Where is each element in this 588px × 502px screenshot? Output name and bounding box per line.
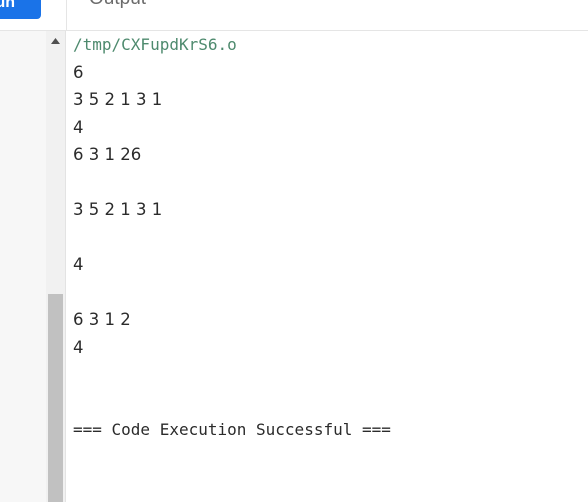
output-line: 6	[73, 62, 84, 82]
output-line: 6 3 1 2	[73, 310, 131, 329]
output-console: /tmp/CXFupdKrS6.o 6 3 5 2 1 3 1 4 6 3 1 …	[73, 31, 583, 444]
scroll-up-arrow[interactable]	[46, 35, 65, 49]
vertical-scrollbar[interactable]	[46, 31, 66, 502]
output-line: 4	[73, 337, 84, 357]
output-line: 4	[73, 117, 84, 137]
editor-output-view: un Output /tmp/CXFupdKrS6.o 6 3 5 2 1 3 …	[0, 0, 588, 502]
header-divider	[66, 0, 67, 30]
output-line: 3 5 2 1 3 1	[73, 200, 163, 219]
scrollbar-thumb[interactable]	[48, 294, 63, 502]
output-line: 3 5 2 1 3 1	[73, 90, 163, 109]
run-button[interactable]: un	[0, 0, 41, 19]
output-line: 4	[73, 255, 84, 274]
left-gutter	[0, 31, 46, 502]
execution-success-message: === Code Execution Successful ===	[73, 420, 391, 439]
triangle-up-icon	[51, 38, 60, 44]
output-line: 6 3 1 26	[73, 145, 142, 164]
output-tab-label: Output	[89, 0, 146, 10]
output-file-path: /tmp/CXFupdKrS6.o	[73, 35, 237, 54]
output-header: un Output	[0, 0, 588, 31]
